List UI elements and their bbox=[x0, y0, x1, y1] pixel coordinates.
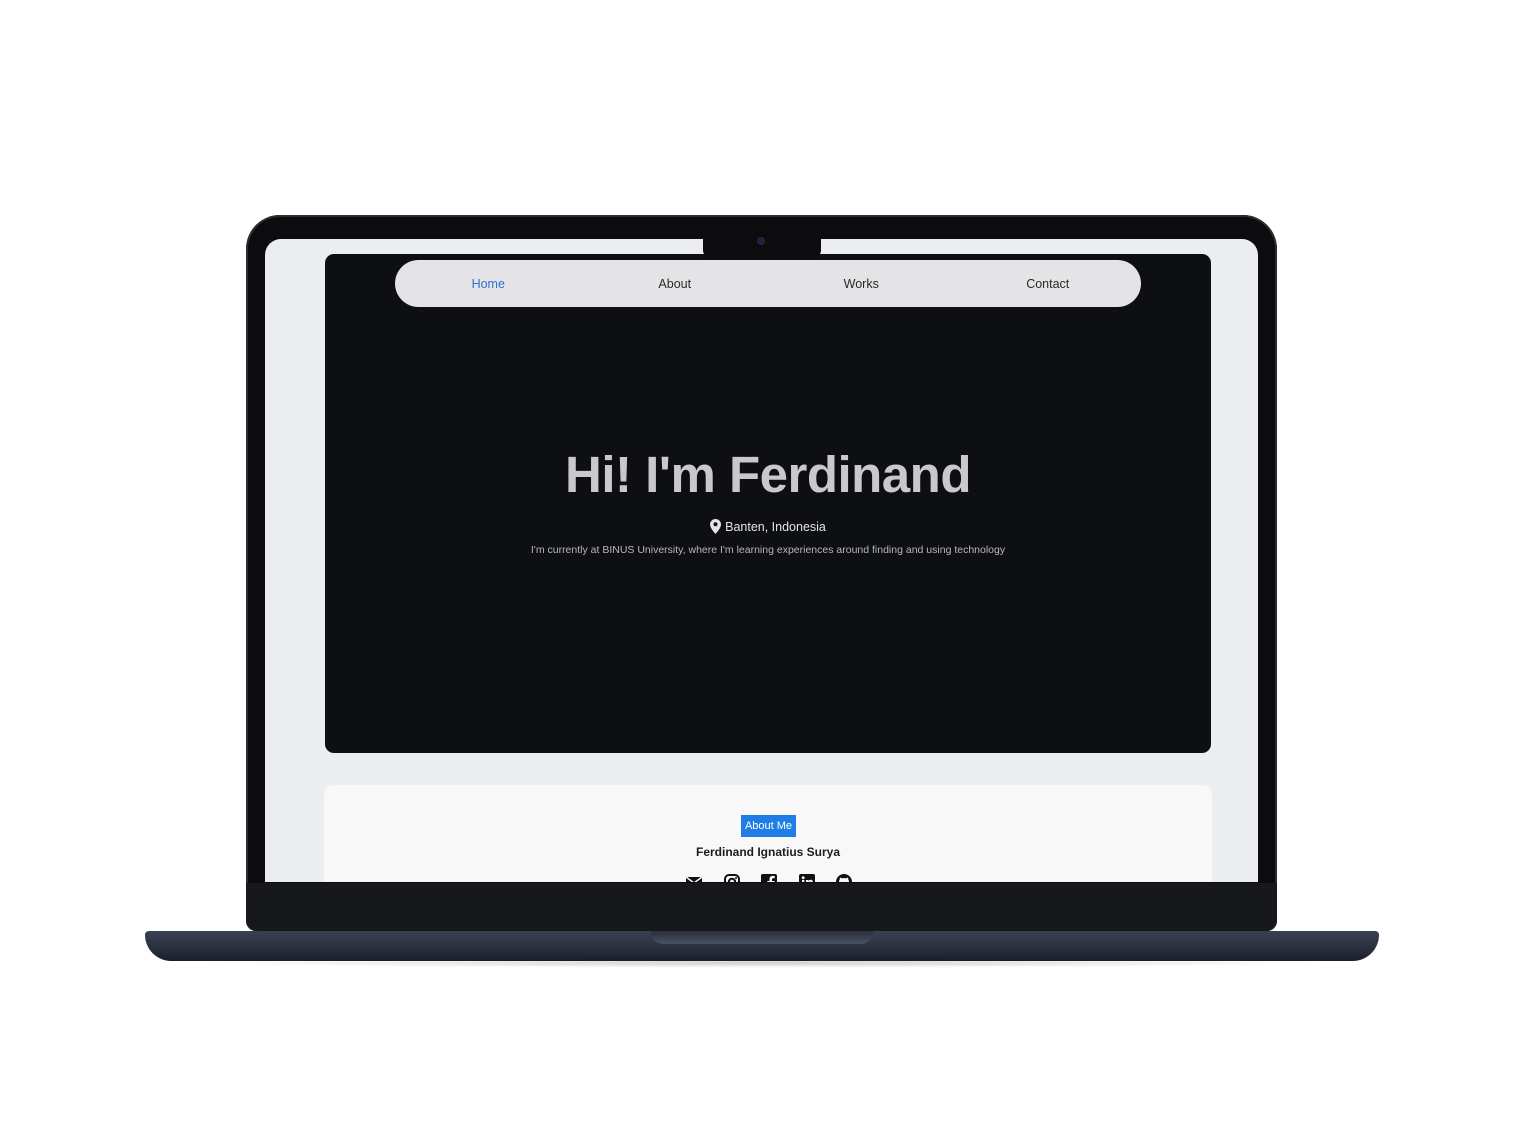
laptop-shadow bbox=[190, 958, 1334, 968]
about-me-badge: About Me bbox=[741, 815, 796, 837]
mail-icon[interactable] bbox=[685, 873, 703, 882]
location-text: Banten, Indonesia bbox=[725, 519, 826, 534]
laptop-screen: Home About Works Contact Hi! I'm Ferdina… bbox=[265, 239, 1258, 882]
facebook-icon[interactable] bbox=[760, 873, 778, 882]
nav-home[interactable]: Home bbox=[413, 277, 563, 291]
linkedin-icon[interactable] bbox=[798, 873, 816, 882]
laptop-hinge-lip bbox=[651, 931, 873, 944]
github-icon[interactable] bbox=[835, 873, 853, 882]
top-navbar: Home About Works Contact bbox=[395, 260, 1141, 307]
laptop-mockup: Home About Works Contact Hi! I'm Ferdina… bbox=[0, 0, 1523, 1143]
hero-description: I'm currently at BINUS University, where… bbox=[530, 544, 1006, 556]
laptop-bezel-chin bbox=[246, 883, 1277, 931]
instagram-icon[interactable] bbox=[723, 873, 741, 882]
nav-about[interactable]: About bbox=[600, 277, 750, 291]
hero-location: Banten, Indonesia bbox=[325, 519, 1211, 534]
nav-works[interactable]: Works bbox=[786, 277, 936, 291]
webcam-icon bbox=[758, 238, 764, 244]
about-name: Ferdinand Ignatius Surya bbox=[695, 845, 841, 859]
social-links bbox=[685, 873, 853, 882]
nav-contact[interactable]: Contact bbox=[973, 277, 1123, 291]
hero-title: Hi! I'm Ferdinand bbox=[565, 446, 971, 503]
map-pin-icon bbox=[710, 519, 722, 534]
